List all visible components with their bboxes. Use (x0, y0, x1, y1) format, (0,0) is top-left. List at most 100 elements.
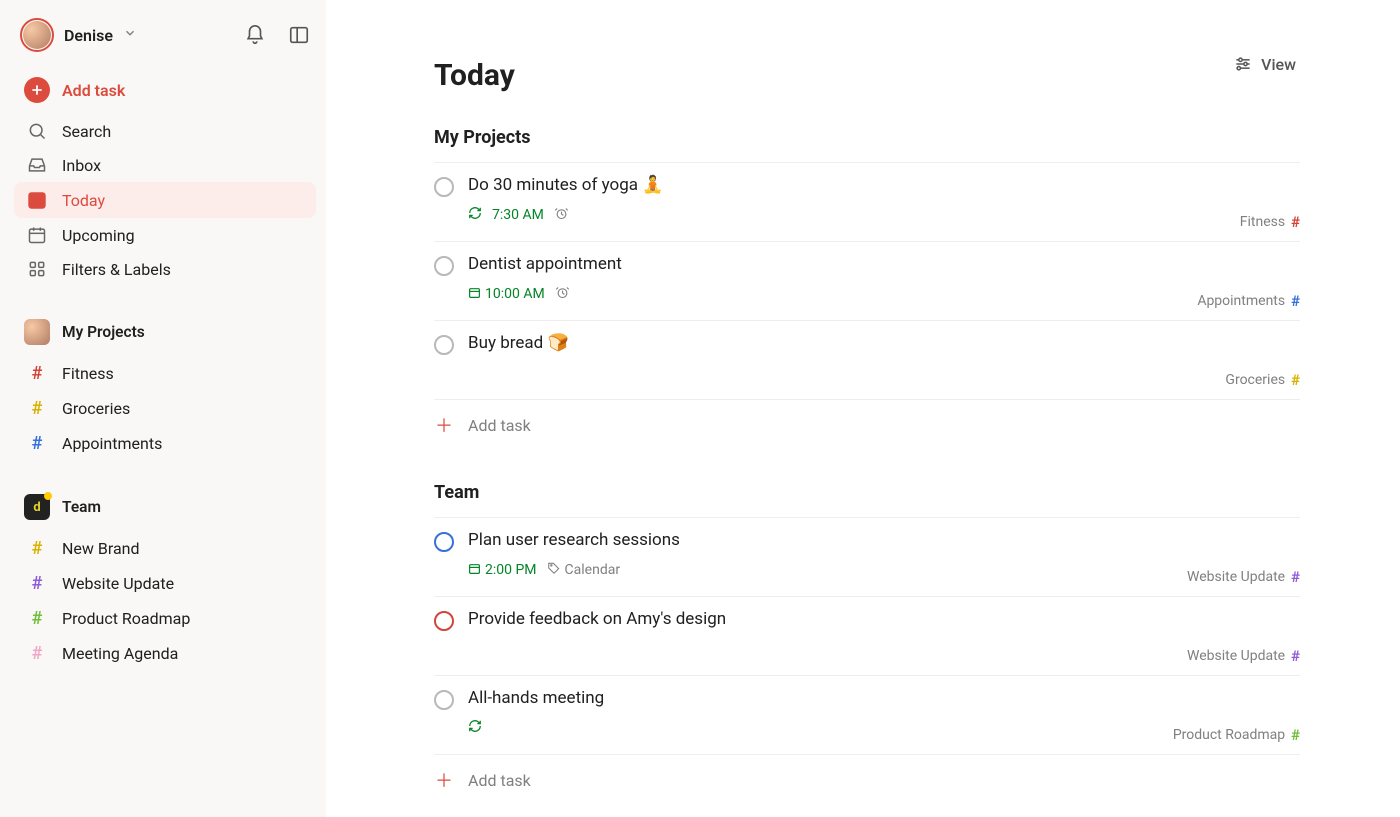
task-body: All-hands meeting Product Roadmap# (468, 688, 1300, 744)
section-title: My Projects (434, 127, 1300, 156)
project-label: Website Update (62, 574, 174, 593)
notifications-button[interactable] (244, 24, 266, 46)
task-project-link[interactable]: Fitness # (1240, 213, 1300, 231)
task-row[interactable]: Plan user research sessions 2:00 PMCalend… (434, 517, 1300, 596)
project-name: Website Update (1187, 569, 1285, 585)
task-title: Plan user research sessions (468, 530, 680, 550)
project-name: Appointments (1197, 293, 1285, 309)
user-avatar (23, 21, 51, 49)
task-title: Buy bread 🍞 (468, 333, 569, 353)
plus-icon: ＋ (434, 767, 454, 793)
task-project-link[interactable]: Product Roadmap# (1173, 726, 1300, 744)
toggle-sidebar-button[interactable] (288, 24, 310, 46)
project-label: Meeting Agenda (62, 644, 178, 663)
my-project-item[interactable]: # Groceries (14, 391, 316, 426)
nav-label: Inbox (62, 156, 101, 175)
date-meta: 10:00 AM (468, 286, 545, 303)
task-title: All-hands meeting (468, 688, 604, 708)
plus-circle-icon (24, 77, 50, 103)
task-checkbox[interactable] (434, 532, 454, 552)
section-add-task-button[interactable]: ＋ Add task (434, 754, 1300, 805)
team-project-item[interactable]: # Meeting Agenda (14, 636, 316, 671)
hash-icon: # (1291, 292, 1300, 310)
my-project-item[interactable]: #Fitness (14, 356, 316, 391)
nav-item-filters[interactable]: Filters & Labels (14, 252, 316, 286)
nav-label: Filters & Labels (62, 260, 171, 279)
upcoming-icon (24, 225, 50, 245)
project-name: Fitness (1240, 214, 1285, 230)
task-title: Do 30 minutes of yoga 🧘 (468, 175, 663, 195)
panel-icon (288, 24, 310, 46)
task-meta: 2:00 PMCalendar (468, 561, 620, 579)
task-meta: 7:30 AM (468, 206, 569, 225)
task-row[interactable]: Dentist appointment 10:00 AM Appointments # (434, 241, 1300, 320)
team-title: Team (62, 498, 101, 516)
task-project-link[interactable]: Website Update# (1187, 568, 1300, 586)
team-project-item[interactable]: # Product Roadmap (14, 601, 316, 636)
today-icon: 21 (24, 189, 50, 211)
team-avatar: d (24, 494, 50, 520)
task-project-link[interactable]: Groceries # (1225, 371, 1300, 389)
task-checkbox[interactable] (434, 335, 454, 355)
hash-icon: # (24, 573, 50, 594)
hash-icon: # (24, 398, 50, 419)
task-checkbox[interactable] (434, 256, 454, 276)
nav-item-today[interactable]: 21Today (14, 182, 316, 218)
task-body: Plan user research sessions 2:00 PMCalend… (468, 530, 1300, 586)
my-projects-header[interactable]: My Projects (14, 312, 316, 352)
section-title: Team (434, 482, 1300, 511)
project-label: Product Roadmap (62, 609, 190, 628)
task-row[interactable]: Do 30 minutes of yoga 🧘 7:30 AM Fitness # (434, 162, 1300, 241)
hash-icon: # (1291, 647, 1300, 665)
project-label: New Brand (62, 539, 140, 558)
view-button[interactable]: View (1233, 54, 1296, 74)
nav-item-upcoming[interactable]: Upcoming (14, 218, 316, 252)
hash-icon: # (1291, 213, 1300, 231)
task-row[interactable]: All-hands meeting Product Roadmap# (434, 675, 1300, 754)
hash-icon: # (1291, 371, 1300, 389)
task-row[interactable]: Provide feedback on Amy's designWebsite … (434, 596, 1300, 675)
task-project-link[interactable]: Appointments # (1197, 292, 1300, 310)
hash-icon: # (24, 643, 50, 664)
label-meta: Calendar (547, 561, 621, 579)
sidebar: Denise Add task Search Inbox 21TodayUpcomi… (0, 0, 326, 817)
hash-icon: # (24, 538, 50, 559)
top-icons (244, 24, 310, 46)
hash-icon: # (24, 608, 50, 629)
date-icon (468, 286, 481, 303)
task-project-link[interactable]: Website Update# (1187, 647, 1300, 665)
task-section: Team Plan user research sessions 2:00 PMCa… (434, 482, 1300, 805)
recur-icon (468, 206, 482, 224)
task-meta: 10:00 AM (468, 285, 570, 304)
meta-text: 10:00 AM (485, 286, 545, 302)
task-checkbox[interactable] (434, 177, 454, 197)
add-task-label: Add task (468, 771, 531, 790)
add-task-button[interactable]: Add task (14, 70, 316, 110)
main-content: View Today My ProjectsDo 30 minutes of y… (326, 0, 1400, 817)
date-icon (468, 562, 481, 579)
user-menu[interactable]: Denise (20, 18, 137, 52)
alarm-icon (555, 285, 570, 304)
project-label: Appointments (62, 434, 162, 453)
team-header[interactable]: d Team (14, 487, 316, 527)
my-project-item[interactable]: #Appointments (14, 426, 316, 461)
team-project-item[interactable]: # Website Update (14, 566, 316, 601)
nav-item-search[interactable]: Search (14, 114, 316, 148)
project-label: Groceries (62, 399, 130, 418)
project-name: Groceries (1225, 372, 1285, 388)
alarm-meta (555, 285, 570, 304)
project-name: Product Roadmap (1173, 727, 1285, 743)
time-meta: 7:30 AM (492, 207, 544, 223)
task-checkbox[interactable] (434, 611, 454, 631)
task-body: Provide feedback on Amy's designWebsite … (468, 609, 1300, 665)
team-project-item[interactable]: # New Brand (14, 531, 316, 566)
search-icon (24, 121, 50, 141)
task-row[interactable]: Buy bread 🍞 Groceries # (434, 320, 1300, 399)
section-add-task-button[interactable]: ＋Add task (434, 399, 1300, 450)
nav-item-inbox[interactable]: Inbox (14, 148, 316, 182)
project-label: Fitness (62, 364, 114, 383)
task-title: Dentist appointment (468, 254, 622, 274)
task-checkbox[interactable] (434, 690, 454, 710)
task-meta (468, 719, 482, 737)
my-projects-avatar (24, 319, 50, 345)
